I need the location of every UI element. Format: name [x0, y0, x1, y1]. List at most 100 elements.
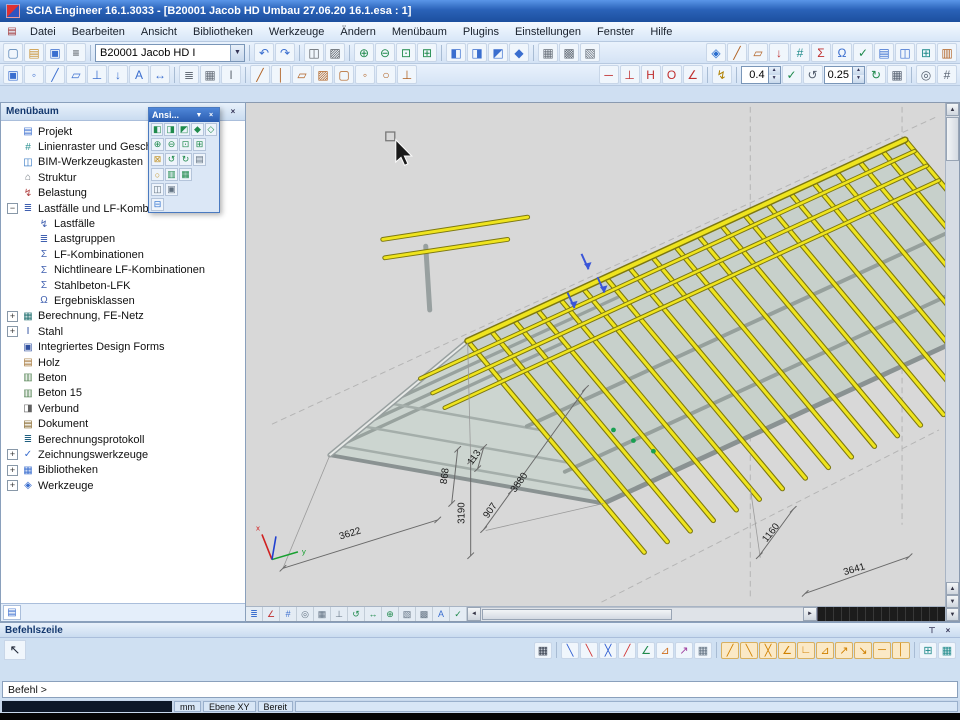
pal-rotate-right-button[interactable]: ↻: [179, 153, 192, 166]
engineering-report-button[interactable]: ▥: [937, 43, 957, 62]
view-top-button[interactable]: ◧: [446, 43, 466, 62]
vp-pan-button[interactable]: ↔: [365, 607, 382, 621]
spin-down-icon[interactable]: ▼: [853, 75, 864, 83]
spin-up-icon[interactable]: ▲: [769, 67, 780, 75]
pal-view-settings-button[interactable]: ⊟: [151, 198, 164, 211]
tree-expander-plus-icon[interactable]: +: [7, 326, 18, 337]
pal-wireframe-button[interactable]: ◫: [151, 183, 164, 196]
tree-expander-plus-icon[interactable]: +: [7, 449, 18, 460]
title-bar[interactable]: SCIA Engineer 16.1.3033 - [B20001 Jacob …: [0, 0, 960, 22]
spin-down-icon[interactable]: ▼: [769, 75, 780, 83]
select-loads-button[interactable]: ↓: [108, 65, 128, 84]
filter-cross-sections-button[interactable]: Ι: [221, 65, 241, 84]
steel-check-button[interactable]: ✓: [853, 43, 873, 62]
pal-view-front-button[interactable]: ◨: [164, 123, 176, 136]
vp-volumes-button[interactable]: ▩: [416, 607, 433, 621]
new-project-button[interactable]: ▢: [3, 43, 23, 62]
table-input-button[interactable]: ⊞: [919, 642, 937, 659]
pal-zoom-out-button[interactable]: ⊖: [165, 138, 178, 151]
line-grid-button[interactable]: ─: [599, 65, 619, 84]
pal-view-persp-button[interactable]: ◇: [205, 123, 217, 136]
open-project-button[interactable]: ▤: [24, 43, 44, 62]
hscroll-left-arrow-icon[interactable]: ◄: [467, 607, 481, 621]
line-mode-9-button[interactable]: ─: [873, 642, 891, 659]
tree-item-dokument[interactable]: ▤Dokument: [5, 416, 245, 431]
beam-tool-button[interactable]: ╱: [250, 65, 270, 84]
table-results-button[interactable]: ⊞: [916, 43, 936, 62]
snap-tangent-button[interactable]: ∠: [637, 642, 655, 659]
line-mode-7-button[interactable]: ↗: [835, 642, 853, 659]
tree-item-nichtlineare-lf-kombinationen[interactable]: ΣNichtlineare LF-Kombinationen: [5, 263, 245, 278]
opening-tool-button[interactable]: ▢: [334, 65, 354, 84]
tree-item-verbund[interactable]: ◨Verbund: [5, 401, 245, 416]
line-mode-6-button[interactable]: ⊿: [816, 642, 834, 659]
circle-section-button[interactable]: Ο: [662, 65, 682, 84]
menu-hilfe[interactable]: Hilfe: [642, 24, 680, 40]
select-members-button[interactable]: ╱: [45, 65, 65, 84]
close-icon[interactable]: ×: [941, 624, 955, 637]
numeric-keypad-button[interactable]: ▦: [534, 642, 552, 659]
zoom-in-button[interactable]: ⊕: [354, 43, 374, 62]
copy-button[interactable]: ◫: [304, 43, 324, 62]
chevron-down-icon[interactable]: ▼: [230, 45, 244, 61]
menu-ansicht[interactable]: Ansicht: [133, 24, 185, 40]
slab-tool-button[interactable]: ▱: [292, 65, 312, 84]
tree-expander-plus-icon[interactable]: +: [7, 480, 18, 491]
bim-tools-button[interactable]: ◈: [706, 43, 726, 62]
scale-reset-button[interactable]: ↺: [803, 65, 823, 84]
pal-zoom-window-button[interactable]: ⊡: [179, 138, 192, 151]
vscroll-down-arrow-icon[interactable]: ▼: [946, 608, 959, 621]
document-button[interactable]: ▤: [874, 43, 894, 62]
zoom-out-button[interactable]: ⊖: [375, 43, 395, 62]
tree-item-bibliotheken[interactable]: +▦Bibliotheken: [5, 463, 245, 478]
snap-arc-button[interactable]: ⊿: [656, 642, 674, 659]
view-side-button[interactable]: ◩: [488, 43, 508, 62]
palette-title-bar[interactable]: Ansi... ▼ ×: [149, 108, 219, 122]
hscroll-thumb[interactable]: [482, 609, 672, 620]
select-dimensions-button[interactable]: ↔: [150, 65, 170, 84]
pal-view-lock-button[interactable]: ⊠: [151, 153, 164, 166]
vscroll-track[interactable]: [946, 162, 959, 582]
snap-grid-button[interactable]: ▦: [694, 642, 712, 659]
filter-materials-button[interactable]: ▦: [200, 65, 220, 84]
results-button[interactable]: Ω: [832, 43, 852, 62]
line-mode-8-button[interactable]: ↘: [854, 642, 872, 659]
line-mode-10-button[interactable]: │: [892, 642, 910, 659]
display-settings-button[interactable]: ▦: [887, 65, 907, 84]
select-nodes-button[interactable]: ◦: [24, 65, 44, 84]
wall-tool-button[interactable]: ▨: [313, 65, 333, 84]
wireframe-button[interactable]: ▦: [538, 43, 558, 62]
select-all-button[interactable]: ▣: [3, 65, 23, 84]
member-2d-button[interactable]: ▱: [748, 43, 768, 62]
select-supports-button[interactable]: ⊥: [87, 65, 107, 84]
menu-bearbeiten[interactable]: Bearbeiten: [64, 24, 133, 40]
snap-orthogonal-button[interactable]: ╱: [618, 642, 636, 659]
snap-midpoint-button[interactable]: ╲: [580, 642, 598, 659]
pal-light-button[interactable]: ○: [151, 168, 164, 181]
select-labels-button[interactable]: A: [129, 65, 149, 84]
line-mode-5-button[interactable]: ∟: [797, 642, 815, 659]
snap-intersection-button[interactable]: ╳: [599, 642, 617, 659]
pal-rotate-left-button[interactable]: ↺: [165, 153, 178, 166]
scale-apply-button[interactable]: ✓: [782, 65, 802, 84]
vscroll-thumb[interactable]: [946, 117, 959, 161]
save-project-button[interactable]: ▣: [45, 43, 65, 62]
load-panel-button[interactable]: ↓: [769, 43, 789, 62]
tree-item-lf-kombinationen[interactable]: ΣLF-Kombinationen: [5, 247, 245, 262]
line-mode-2-button[interactable]: ╲: [740, 642, 758, 659]
support-tool-button[interactable]: ⊥: [397, 65, 417, 84]
menu-bibliotheken[interactable]: Bibliotheken: [185, 24, 261, 40]
display-refresh-button[interactable]: ↻: [866, 65, 886, 84]
vscroll-page-down-icon[interactable]: ▼: [946, 595, 959, 608]
vp-zoom-button[interactable]: ⊕: [382, 607, 399, 621]
menu-datei[interactable]: Datei: [22, 24, 64, 40]
tree-expander-plus-icon[interactable]: +: [7, 465, 18, 476]
pal-shaded-button[interactable]: ▣: [165, 183, 178, 196]
chevron-down-icon[interactable]: ▼: [194, 112, 204, 119]
grid-input-button[interactable]: ▦: [938, 642, 956, 659]
fe-mesh-button[interactable]: #: [790, 43, 810, 62]
node-tool-button[interactable]: ◦: [355, 65, 375, 84]
tree-item-zeichnungswerkzeuge[interactable]: +✓Zeichnungswerkzeuge: [5, 447, 245, 462]
member-1d-button[interactable]: ╱: [727, 43, 747, 62]
vp-render-wire-button[interactable]: ▧: [399, 607, 416, 621]
